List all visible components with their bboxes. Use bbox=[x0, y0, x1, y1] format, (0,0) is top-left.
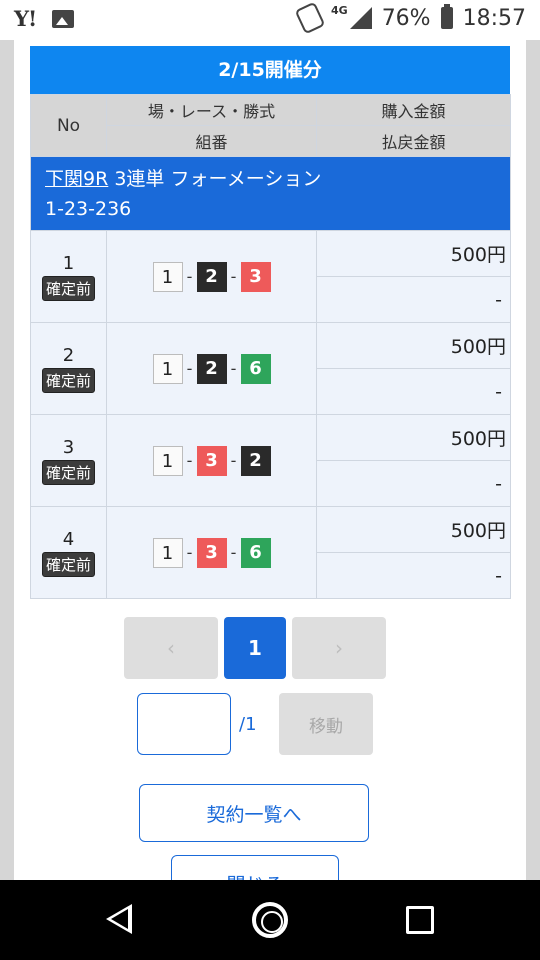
status-badge: 確定前 bbox=[41, 459, 95, 485]
status-badge: 確定前 bbox=[41, 551, 95, 577]
page-total-label: /1 bbox=[239, 713, 257, 735]
boat-number-box: 3 bbox=[196, 445, 227, 476]
combo-separator: - bbox=[230, 451, 237, 470]
recent-apps-icon[interactable] bbox=[406, 906, 434, 934]
combination-cell: 1-2-6 bbox=[106, 322, 317, 415]
boat-number-box: 1 bbox=[152, 445, 183, 476]
back-icon[interactable] bbox=[106, 904, 132, 934]
system-nav-bar bbox=[0, 880, 540, 960]
status-bar-left: Y! bbox=[14, 6, 75, 31]
image-icon bbox=[52, 9, 75, 28]
modal-heading: 2/15開催分 bbox=[30, 46, 510, 94]
status-bar-right: 4G 76% 18:57 bbox=[294, 1, 526, 35]
backdrop-right[interactable] bbox=[526, 40, 540, 880]
boat-number-box: 2 bbox=[196, 353, 227, 384]
boat-number-box: 1 bbox=[152, 261, 183, 292]
page-number-input[interactable] bbox=[137, 693, 231, 755]
combination-cell: 1-2-3 bbox=[106, 230, 317, 323]
boat-number-box: 3 bbox=[240, 261, 271, 292]
pagination: ‹ 1 › bbox=[124, 617, 386, 679]
battery-icon bbox=[440, 4, 453, 29]
header-venue-race-type: 場・レース・勝式 bbox=[106, 94, 317, 126]
race-info-row: 下関9R 3連単 フォーメーション 1-23-236 bbox=[30, 156, 511, 231]
boat-number-box: 3 bbox=[196, 537, 227, 568]
boat-number-box: 2 bbox=[240, 445, 271, 476]
vibrate-icon bbox=[294, 1, 326, 35]
status-badge: 確定前 bbox=[41, 275, 95, 301]
network-type-label: 4G bbox=[331, 3, 348, 17]
boat-number-box: 6 bbox=[240, 353, 271, 384]
clock: 18:57 bbox=[462, 5, 526, 31]
row-number-cell: 4 確定前 bbox=[30, 506, 107, 599]
home-icon[interactable] bbox=[252, 902, 288, 938]
race-info: 下関9R 3連単 フォーメーション 1-23-236 bbox=[30, 156, 511, 231]
bet-detail-modal: 2/15開催分 No 場・レース・勝式 購入金額 組番 払戻金額 下関9R 3連… bbox=[14, 40, 526, 880]
status-bar: Y! 4G 76% 18:57 bbox=[0, 0, 540, 40]
table-row: 4 確定前 1-3-6 500円 bbox=[30, 506, 511, 599]
combination-cell: 1-3-2 bbox=[106, 414, 317, 507]
row-number-cell: 2 確定前 bbox=[30, 322, 107, 415]
race-formation: 1-23-236 bbox=[45, 197, 132, 220]
combo-separator: - bbox=[230, 267, 237, 286]
header-purchase-amount: 購入金額 bbox=[316, 94, 511, 126]
header-combination: 組番 bbox=[106, 125, 317, 157]
row-number: 1 bbox=[62, 252, 75, 274]
row-number: 2 bbox=[62, 344, 75, 366]
bet-table: No 場・レース・勝式 購入金額 組番 払戻金額 下関9R 3連単 フォーメーシ… bbox=[30, 94, 511, 599]
modal-content: 2/15開催分 No 場・レース・勝式 購入金額 組番 払戻金額 下関9R 3連… bbox=[30, 46, 511, 599]
bet-rows: 1 確定前 1-2-3 500円 -2 確定前 1-2-6 500円 -3 確定前 1-3-2 500… bbox=[30, 230, 511, 599]
combo-separator: - bbox=[186, 543, 193, 562]
race-venue-link[interactable]: 下関9R bbox=[45, 168, 108, 190]
boat-number-box: 1 bbox=[152, 537, 183, 568]
combo-separator: - bbox=[186, 359, 193, 378]
payout-amount: - bbox=[316, 276, 511, 323]
header-payout-amount: 払戻金額 bbox=[316, 125, 511, 157]
table-row: 2 確定前 1-2-6 500円 bbox=[30, 322, 511, 415]
combo-separator: - bbox=[230, 359, 237, 378]
combo-separator: - bbox=[186, 451, 193, 470]
combo-separator: - bbox=[230, 543, 237, 562]
table-row: 3 確定前 1-3-2 500円 bbox=[30, 414, 511, 507]
race-bet-type: 3連単 フォーメーション bbox=[114, 167, 322, 190]
table-header-row: No 場・レース・勝式 購入金額 bbox=[30, 94, 511, 157]
combination-cell: 1-3-6 bbox=[106, 506, 317, 599]
combo-separator: - bbox=[186, 267, 193, 286]
status-badge: 確定前 bbox=[41, 367, 95, 393]
purchase-amount: 500円 bbox=[316, 230, 511, 277]
boat-number-box: 6 bbox=[240, 537, 271, 568]
prev-page-button[interactable]: ‹ bbox=[124, 617, 218, 679]
purchase-amount: 500円 bbox=[316, 506, 511, 553]
payout-amount: - bbox=[316, 552, 511, 599]
page-jump: /1 移動 bbox=[137, 693, 373, 755]
payout-amount: - bbox=[316, 368, 511, 415]
row-number-cell: 1 確定前 bbox=[30, 230, 107, 323]
payout-amount: - bbox=[316, 460, 511, 507]
close-button[interactable]: 閉じる bbox=[171, 855, 339, 880]
header-no: No bbox=[30, 94, 107, 157]
move-button[interactable]: 移動 bbox=[279, 693, 373, 755]
yahoo-icon: Y! bbox=[14, 6, 37, 31]
boat-number-box: 2 bbox=[196, 261, 227, 292]
row-number: 4 bbox=[62, 528, 75, 550]
row-number: 3 bbox=[62, 436, 75, 458]
backdrop-left[interactable] bbox=[0, 40, 14, 880]
page-1-button[interactable]: 1 bbox=[224, 617, 286, 679]
next-page-button[interactable]: › bbox=[292, 617, 386, 679]
boat-number-box: 1 bbox=[152, 353, 183, 384]
row-number-cell: 3 確定前 bbox=[30, 414, 107, 507]
contract-list-button[interactable]: 契約一覧へ bbox=[139, 784, 369, 842]
battery-percent: 76% bbox=[381, 5, 431, 31]
purchase-amount: 500円 bbox=[316, 322, 511, 369]
purchase-amount: 500円 bbox=[316, 414, 511, 461]
table-row: 1 確定前 1-2-3 500円 bbox=[30, 230, 511, 323]
signal-icon bbox=[349, 7, 372, 29]
